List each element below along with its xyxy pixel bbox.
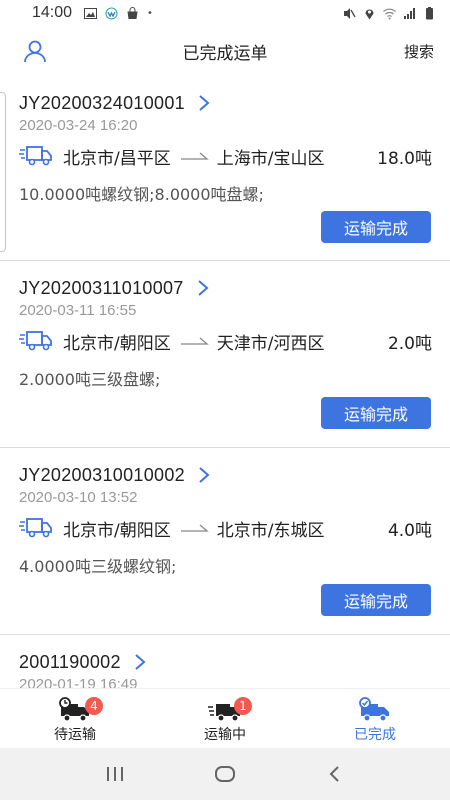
system-navigation-bar (0, 748, 450, 800)
order-number: JY20200324010001 (19, 92, 185, 113)
signal-icon (404, 7, 415, 19)
order-card[interactable]: JY20200324010001 2020-03-24 16:20 北京市/昌平… (0, 76, 450, 261)
order-goods: 10.0000吨螺纹钢;8.0000吨盘螺; (19, 185, 264, 204)
order-route: 北京市/昌平区 上海市/宝山区 18.0吨 (19, 143, 432, 169)
delivery-truck-icon (19, 331, 52, 351)
delivery-truck-icon (19, 146, 52, 166)
shopping-bag-icon (127, 6, 138, 19)
tab-pending-transport[interactable]: 待运输 4 (0, 689, 150, 748)
app-header: 已完成运单 搜索 (0, 28, 450, 74)
tab-label: 已完成 (354, 727, 396, 743)
order-datetime: 2020-03-11 16:55 (19, 302, 137, 319)
transport-complete-button[interactable]: 运输完成 (321, 397, 431, 429)
order-datetime: 2020-03-24 16:20 (19, 117, 138, 134)
chevron-right-icon[interactable] (196, 279, 210, 297)
wifi-icon (383, 8, 396, 19)
route-from: 北京市/朝阳区 (63, 333, 171, 354)
tab-label: 待运输 (54, 727, 96, 743)
chevron-right-icon[interactable] (133, 653, 147, 671)
app-notification-icon (105, 7, 118, 19)
route-from: 北京市/昌平区 (63, 148, 171, 169)
location-icon (365, 9, 374, 19)
order-datetime: 2020-03-10 13:52 (19, 489, 138, 506)
status-bar: 14:00 • (0, 0, 450, 26)
order-number: JY20200311010007 (19, 277, 184, 298)
order-datetime: 2020-01-19 16:49 (19, 676, 138, 688)
back-icon[interactable] (321, 760, 349, 788)
delivery-truck-icon (19, 518, 52, 538)
order-route: 北京市/朝阳区 北京市/东城区 4.0吨 (19, 515, 432, 541)
page-title: 已完成运单 (182, 43, 268, 64)
home-icon[interactable] (211, 760, 239, 788)
tab-in-transit[interactable]: 运输中 1 (150, 689, 300, 748)
status-time: 14:00 (32, 4, 73, 21)
more-notifications-dot: • (147, 7, 153, 19)
mute-icon (344, 7, 356, 19)
route-to: 天津市/河西区 (216, 333, 325, 354)
route-arrow-icon (180, 524, 209, 532)
order-list[interactable]: JY20200324010001 2020-03-24 16:20 北京市/昌平… (0, 76, 450, 688)
battery-icon (426, 6, 433, 19)
transport-complete-button[interactable]: 运输完成 (321, 584, 431, 616)
order-route: 北京市/朝阳区 天津市/河西区 2.0吨 (19, 328, 432, 354)
order-card[interactable]: JY20200310010002 2020-03-10 13:52 北京市/朝阳… (0, 448, 450, 635)
order-card[interactable]: 2001190002 2020-01-19 16:49 (0, 635, 450, 688)
tab-label: 运输中 (204, 727, 246, 743)
route-arrow-icon (180, 337, 209, 345)
chevron-right-icon[interactable] (197, 466, 211, 484)
tab-completed[interactable]: 已完成 (300, 689, 450, 748)
order-weight: 18.0吨 (377, 148, 432, 169)
notification-badge: 4 (85, 697, 103, 715)
recent-apps-icon[interactable] (101, 760, 129, 788)
chevron-right-icon[interactable] (197, 94, 211, 112)
order-goods: 4.0000吨三级螺纹钢; (19, 557, 177, 576)
bottom-tab-bar: 待运输 4 运输中 1 已完成 (0, 688, 450, 748)
order-number: JY20200310010002 (19, 464, 185, 485)
route-to: 上海市/宝山区 (216, 148, 325, 169)
route-to: 北京市/东城区 (216, 520, 325, 541)
notification-badge: 1 (234, 697, 252, 715)
route-from: 北京市/朝阳区 (63, 520, 171, 541)
gallery-notification-icon (84, 7, 98, 19)
side-drawer-handle[interactable] (0, 92, 6, 252)
order-weight: 4.0吨 (387, 520, 432, 541)
order-goods: 2.0000吨三级盘螺; (19, 370, 161, 389)
search-button[interactable]: 搜索 (404, 41, 434, 62)
transport-complete-button[interactable]: 运输完成 (321, 211, 431, 243)
order-weight: 2.0吨 (387, 333, 432, 354)
order-number: 2001190002 (19, 651, 121, 672)
truck-done-icon (359, 697, 389, 722)
route-arrow-icon (180, 152, 209, 160)
order-card[interactable]: JY20200311010007 2020-03-11 16:55 北京市/朝阳… (0, 261, 450, 448)
user-profile-icon[interactable] (22, 38, 48, 64)
